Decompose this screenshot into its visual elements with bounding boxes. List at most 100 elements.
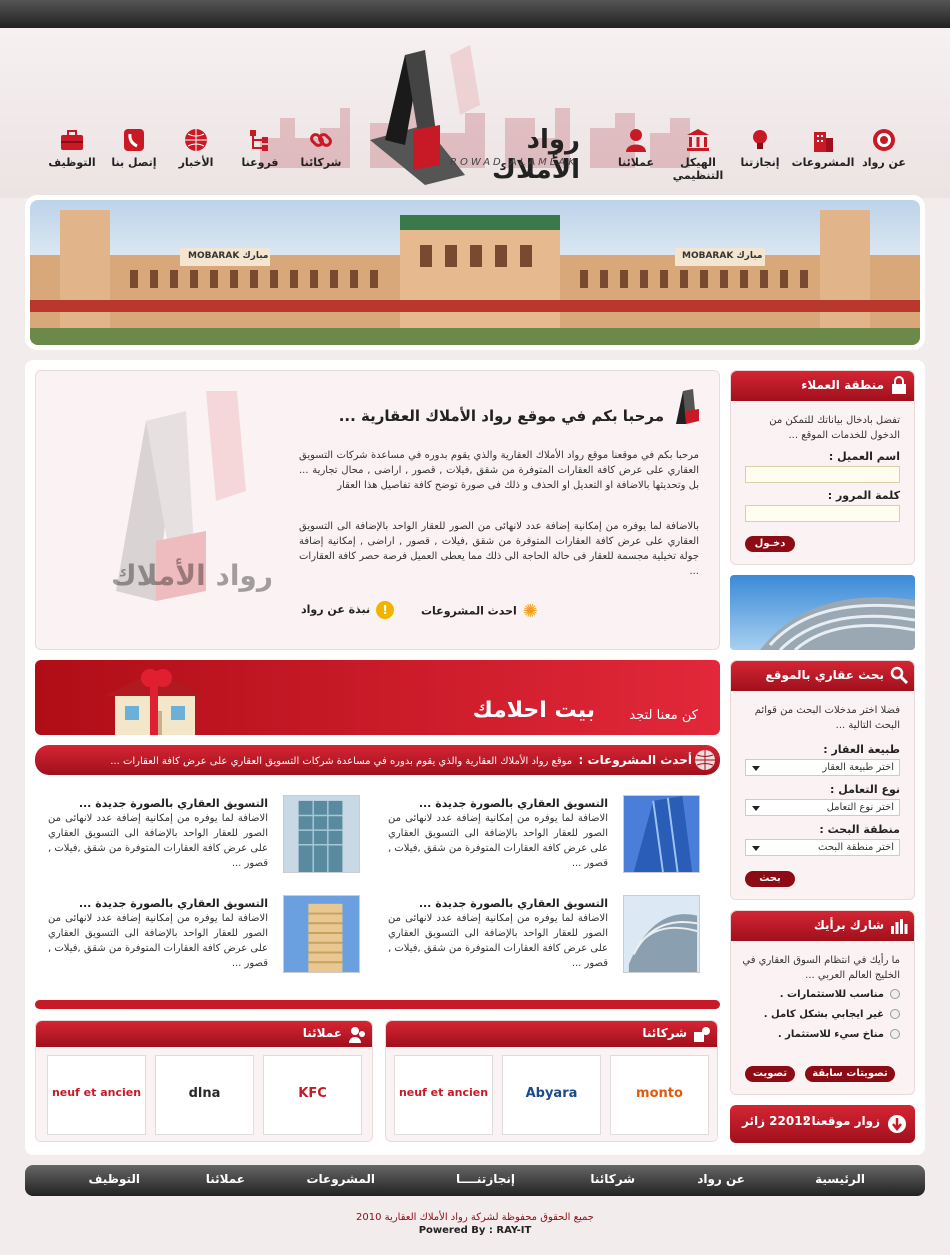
project-item[interactable]: التسويق العقاري بالصورة جديدة ... الاضاف… <box>30 895 360 980</box>
client-logo-neuf[interactable]: neuf et ancien <box>47 1055 146 1135</box>
welcome-paragraph-1: مرحبا بكم في موقعنا موقع رواد الأملاك ال… <box>299 450 699 491</box>
target-icon <box>873 129 895 151</box>
project-thumbnail <box>623 795 700 873</box>
nav-contact[interactable]: إتصل بنا <box>98 128 170 169</box>
clients-box: عملائنا KFC dlna neuf et ancien <box>35 1020 373 1142</box>
link-icon <box>310 133 332 147</box>
login-title: منطقة العملاء <box>801 378 884 392</box>
logo-subtitle: ROWAD ALAMLAK <box>450 157 578 168</box>
news-ticker[interactable]: أحدث المشروعات : موقع رواد الأملاك العقا… <box>35 745 720 775</box>
footer-link-projects[interactable]: المشروعات <box>306 1172 375 1186</box>
password-input[interactable] <box>745 505 900 522</box>
partner-logo-monto[interactable]: monto <box>610 1055 709 1135</box>
select-value: اختر طبيعة العقار <box>822 762 894 773</box>
briefcase-icon <box>61 130 83 150</box>
poll-title: شارك برأيك <box>813 918 884 932</box>
nav-label: شركائنا <box>300 156 342 169</box>
nav-news[interactable]: الأخبار <box>160 128 232 169</box>
partner-logo-neuf[interactable]: neuf et ancien <box>394 1055 493 1135</box>
mini-logo-icon <box>676 389 699 424</box>
clients-title: عملائنا <box>302 1026 342 1040</box>
promo-small-text: كن معنا لتجد <box>629 708 698 723</box>
welcome-paragraph-2: بالاضافة لما يوفره من إمكانية إضافة عدد … <box>299 521 699 577</box>
project-item[interactable]: التسويق العقاري بالصورة جديدة ... الاضاف… <box>370 895 700 980</box>
deal-type-label: نوع التعامل : <box>830 783 900 796</box>
poll-option[interactable]: غير ايجابي بشكل كامل . <box>764 1009 900 1020</box>
nav-label: المشروعات <box>791 156 855 169</box>
powered-by[interactable]: Powered By : RAY-IT <box>0 1225 950 1236</box>
partners-header: شركائنا <box>386 1021 717 1047</box>
footer-nav: الرئيسية عن رواد شركائنا إنجازتنــــا ال… <box>25 1165 925 1196</box>
user-icon <box>626 129 646 152</box>
partners-icon <box>694 1027 710 1042</box>
project-description: الاضافة لما يوفره من إمكانية إضافة عدد ل… <box>48 813 268 869</box>
building-illustration <box>30 210 920 345</box>
search-intro: فضلا اختر مدخلات البحث من قوائم البحث ال… <box>754 705 900 731</box>
chevron-down-icon <box>752 846 760 851</box>
nav-label: الأخبار <box>178 156 214 169</box>
project-thumbnail <box>283 795 360 873</box>
link-about-rowad[interactable]: ! نبذة عن رواد <box>301 601 395 619</box>
poll-box: شارك برأيك ما رأيك في انتظام السوق العقا… <box>730 910 915 1095</box>
nav-projects[interactable]: المشروعات <box>787 128 859 169</box>
nav-jobs[interactable]: التوظيف <box>36 128 108 169</box>
project-description: الاضافة لما يوفره من إمكانية إضافة عدد ل… <box>388 913 608 969</box>
project-description: الاضافة لما يوفره من إمكانية إضافة عدد ل… <box>388 813 608 869</box>
side-ad-image[interactable] <box>730 575 915 650</box>
partners-title: شركائنا <box>642 1026 687 1040</box>
project-item[interactable]: التسويق العقاري بالصورة جديدة ... الاضاف… <box>30 795 360 880</box>
ticker-label: أحدث المشروعات : <box>578 753 692 767</box>
search-button[interactable]: بحث <box>745 871 795 887</box>
bank-icon <box>687 129 709 151</box>
area-label: منطقة البحث : <box>819 823 900 836</box>
password-label: كلمة المرور : <box>827 489 900 502</box>
poll-header: شارك برأيك <box>731 911 914 941</box>
project-item[interactable]: التسويق العقاري بالصورة جديدة ... الاضاف… <box>370 795 700 880</box>
poll-option[interactable]: مناخ سيء للاستثمار . <box>778 1029 900 1040</box>
nav-achievements[interactable]: إنجازتنا <box>724 128 796 169</box>
property-type-label: طبيعة العقار : <box>823 743 900 756</box>
username-label: اسم العميل : <box>828 450 900 463</box>
client-logo-kfc[interactable]: KFC <box>263 1055 362 1135</box>
property-type-select[interactable]: اختر طبيعة العقار <box>745 759 900 776</box>
link-latest-projects[interactable]: ✺ احدث المشروعات <box>421 601 538 622</box>
clients-icon <box>349 1027 365 1043</box>
poll-option[interactable]: مناسب للاستثمارات . <box>780 989 900 1000</box>
nav-clients[interactable]: عملائنا <box>600 128 672 169</box>
nav-structure[interactable]: الهيكل التنظيمي <box>662 128 734 182</box>
radio-button[interactable] <box>890 1029 900 1039</box>
chevron-down-icon <box>752 806 760 811</box>
ticker-text: موقع رواد الأملاك العقارية والذي يقوم بد… <box>110 756 573 767</box>
hero-banner: MOBARAK مبارك MOBARAK مبارك <box>25 195 925 350</box>
radio-button[interactable] <box>890 989 900 999</box>
promo-banner[interactable]: بيت احلامك كن معنا لتجد <box>35 660 720 735</box>
radio-button[interactable] <box>890 1009 900 1019</box>
poll-question: ما رأيك في انتظام السوق العقاري في الخلي… <box>742 955 900 981</box>
vote-button[interactable]: تصويت <box>745 1066 795 1082</box>
warning-icon: ! <box>376 601 395 619</box>
client-logo-dlna[interactable]: dlna <box>155 1055 254 1135</box>
select-value: اختر منطقة البحث <box>818 842 894 853</box>
login-button[interactable]: دخـول <box>745 536 795 552</box>
previous-polls-button[interactable]: تصويتات سابقة <box>805 1066 895 1082</box>
nav-branches[interactable]: فروعنا <box>224 128 296 169</box>
project-thumbnail <box>283 895 360 973</box>
footer-link-clients[interactable]: عملائنا <box>206 1172 245 1186</box>
area-select[interactable]: اختر منطقة البحث <box>745 839 900 856</box>
option-label: غير ايجابي بشكل كامل . <box>763 1009 884 1020</box>
deal-type-select[interactable]: اختر نوع التعامل <box>745 799 900 816</box>
footer-link-jobs[interactable]: التوظيف <box>88 1172 140 1186</box>
footer-link-about[interactable]: عن رواد <box>697 1172 745 1186</box>
footer-link-achievements[interactable]: إنجازتنــــا <box>456 1172 515 1186</box>
project-title: التسويق العقاري بالصورة جديدة ... <box>418 897 608 910</box>
chevron-down-icon <box>752 766 760 771</box>
search-icon <box>890 666 908 684</box>
project-title: التسويق العقاري بالصورة جديدة ... <box>418 797 608 810</box>
partner-logo-abyara[interactable]: Abyara <box>502 1055 601 1135</box>
username-input[interactable] <box>745 466 900 483</box>
footer-link-partners[interactable]: شركائنا <box>590 1172 635 1186</box>
search-title: بحث عقاري بالموقع <box>765 668 884 682</box>
welcome-title: مرحبا بكم في موقع رواد الأملاك العقارية … <box>338 407 664 425</box>
globe-icon <box>185 129 207 151</box>
footer-link-home[interactable]: الرئيسية <box>815 1172 865 1186</box>
